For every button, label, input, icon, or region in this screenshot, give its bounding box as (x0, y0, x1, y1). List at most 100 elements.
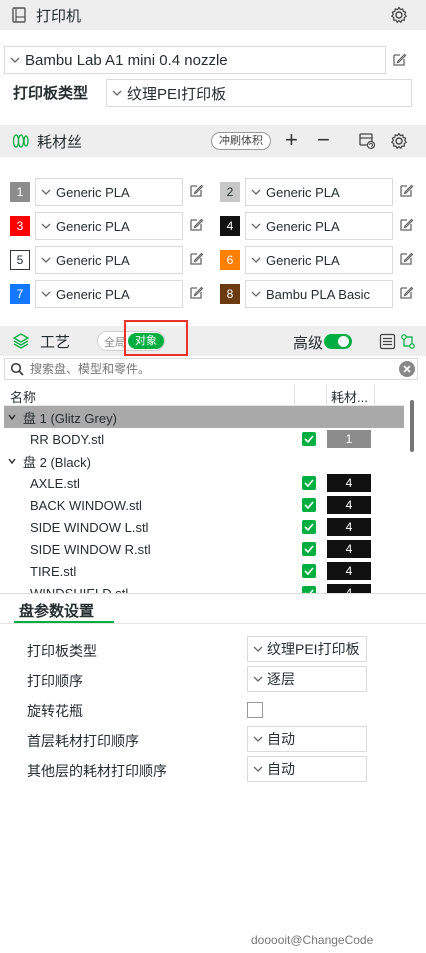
object-list-scrollbar[interactable] (410, 400, 414, 452)
object-filament-badge[interactable]: 1 (327, 430, 371, 448)
chevron-down-icon (41, 257, 51, 263)
tab-divider (0, 623, 426, 624)
param-value: 自动 (267, 731, 295, 747)
filament-select[interactable]: Generic PLA (245, 178, 393, 206)
edit-filament-icon[interactable] (398, 285, 414, 301)
param-first-layer-order-select[interactable]: 自动 (247, 726, 367, 752)
clear-search-icon[interactable] (399, 361, 415, 377)
filament-name: Generic PLA (266, 252, 340, 268)
object-filament-badge[interactable]: 4 (327, 518, 371, 536)
edit-filament-icon[interactable] (398, 183, 414, 199)
filament-name: Generic PLA (266, 218, 340, 234)
filament-select[interactable]: Generic PLA (245, 212, 393, 240)
object-row[interactable]: AXLE.stl 4 (4, 472, 404, 494)
column-name-header[interactable]: 名称 (10, 387, 36, 406)
process-layers-icon (12, 332, 30, 350)
filament-color-swatch[interactable]: 8 (220, 284, 240, 304)
filament-select[interactable]: Generic PLA (35, 280, 183, 308)
object-label: SIDE WINDOW L.stl (30, 519, 149, 535)
edit-filament-icon[interactable] (188, 183, 204, 199)
object-row[interactable]: SIDE WINDOW L.stl 4 (4, 516, 404, 538)
object-filament-badge[interactable]: 4 (327, 496, 371, 514)
edit-filament-icon[interactable] (398, 251, 414, 267)
printer-preset-select[interactable]: Bambu Lab A1 mini 0.4 nozzle (4, 46, 386, 74)
plate-row-1[interactable]: 盘 1 (Glitz Grey) (4, 406, 404, 428)
chevron-down-icon (251, 291, 261, 297)
param-other-layers-order-select[interactable]: 自动 (247, 756, 367, 782)
search-input[interactable] (30, 362, 390, 376)
chevron-down-icon (253, 736, 263, 742)
filament-select[interactable]: Generic PLA (245, 246, 393, 274)
filament-color-swatch[interactable]: 4 (220, 216, 240, 236)
filament-color-swatch[interactable]: 3 (10, 216, 30, 236)
filament-color-swatch[interactable]: 5 (10, 250, 30, 270)
toggle-global-option[interactable]: 全局 (104, 334, 126, 350)
object-label: RR BODY.stl (30, 431, 105, 447)
chevron-down-icon[interactable] (7, 456, 17, 466)
object-filament-badge[interactable]: 4 (327, 474, 371, 492)
add-filament-button[interactable]: + (285, 128, 298, 152)
object-row[interactable]: RR BODY.stl 1 (4, 428, 404, 450)
chevron-down-icon (251, 257, 261, 263)
edit-printer-icon[interactable] (391, 52, 407, 68)
object-enabled-checkbox[interactable] (302, 542, 316, 556)
column-filament-header[interactable]: 耗材... (331, 387, 368, 406)
edit-filament-icon[interactable] (188, 285, 204, 301)
printer-section-title: 打印机 (36, 7, 82, 25)
object-enabled-checkbox[interactable] (302, 432, 316, 446)
param-spiral-vase-checkbox[interactable] (247, 702, 263, 718)
flush-volume-button[interactable]: 冲刷体积 (211, 132, 271, 150)
object-enabled-checkbox[interactable] (302, 476, 316, 490)
filament-color-swatch[interactable]: 7 (10, 284, 30, 304)
filament-select[interactable]: Generic PLA (35, 246, 183, 274)
object-enabled-checkbox[interactable] (302, 498, 316, 512)
printer-icon (10, 6, 28, 24)
filament-section-header: 耗材丝 冲刷体积 + − (0, 125, 426, 157)
printer-settings-gear-icon[interactable] (390, 6, 408, 24)
sync-ams-icon[interactable] (358, 132, 376, 150)
filament-settings-gear-icon[interactable] (390, 132, 408, 150)
chevron-down-icon (41, 291, 51, 297)
chevron-down-icon[interactable] (7, 412, 17, 422)
compare-icon[interactable] (400, 333, 416, 350)
param-print-sequence-label: 打印顺序 (27, 673, 83, 689)
list-view-icon[interactable] (379, 333, 396, 350)
param-value: 逐层 (267, 671, 295, 687)
param-print-sequence-select[interactable]: 逐层 (247, 666, 367, 692)
object-enabled-checkbox[interactable] (302, 564, 316, 578)
chevron-down-icon (41, 223, 51, 229)
object-row[interactable]: SIDE WINDOW R.stl 4 (4, 538, 404, 560)
chevron-down-icon (10, 57, 20, 63)
plate-settings-tab[interactable]: 盘参数设置 (19, 600, 94, 621)
edit-filament-icon[interactable] (398, 217, 414, 233)
object-enabled-checkbox[interactable] (302, 520, 316, 534)
filament-select[interactable]: Generic PLA (35, 212, 183, 240)
printer-section-header: 打印机 (0, 0, 426, 30)
remove-filament-button[interactable]: − (317, 128, 330, 152)
search-field[interactable] (4, 358, 418, 380)
plate-row-2[interactable]: 盘 2 (Black) (4, 450, 404, 472)
object-filament-badge[interactable]: 4 (327, 562, 371, 580)
object-label: SIDE WINDOW R.stl (30, 541, 151, 557)
highlight-box (124, 320, 188, 356)
plate-type-select[interactable]: 纹理PEI打印板 (106, 79, 412, 107)
edit-filament-icon[interactable] (188, 217, 204, 233)
filament-select[interactable]: Bambu PLA Basic (245, 280, 393, 308)
edit-filament-icon[interactable] (188, 251, 204, 267)
object-row[interactable]: BACK WINDOW.stl 4 (4, 494, 404, 516)
object-filament-badge[interactable]: 4 (327, 540, 371, 558)
param-value: 自动 (267, 761, 295, 777)
filament-color-swatch[interactable]: 6 (220, 250, 240, 270)
filament-color-swatch[interactable]: 2 (220, 182, 240, 202)
object-list-bottom-border (0, 593, 426, 594)
filament-name: Generic PLA (56, 218, 130, 234)
param-plate-type-select[interactable]: 纹理PEI打印板 (247, 636, 367, 662)
advanced-toggle-switch[interactable] (324, 334, 352, 349)
chevron-down-icon (41, 189, 51, 195)
filament-name: Generic PLA (56, 252, 130, 268)
filament-select[interactable]: Generic PLA (35, 178, 183, 206)
column-divider (294, 384, 295, 406)
search-icon (10, 362, 24, 376)
object-row[interactable]: TIRE.stl 4 (4, 560, 404, 582)
filament-color-swatch[interactable]: 1 (10, 182, 30, 202)
